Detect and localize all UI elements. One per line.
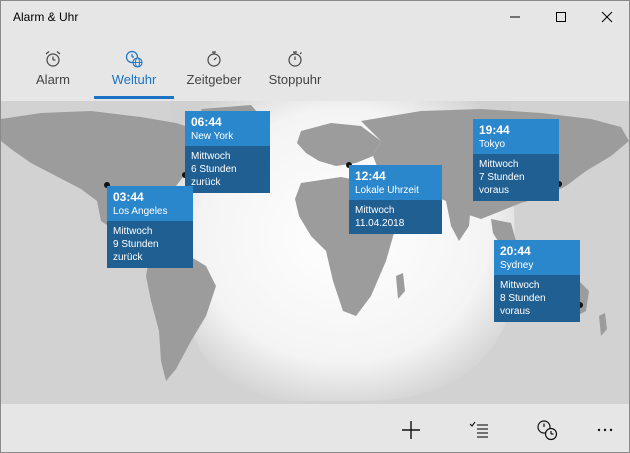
close-button[interactable] [584,1,630,33]
clock-city: Sydney [500,260,534,271]
tab-world-clock[interactable]: Weltuhr [94,39,174,99]
clock-diff: 9 Stunden zurück [113,239,159,263]
clock-card-header: 19:44 Tokyo [473,119,559,154]
select-list-icon [469,421,488,438]
tab-alarm[interactable]: Alarm [23,39,83,99]
app-title: Alarm & Uhr [13,10,79,24]
clock-time: 12:44 [355,169,386,183]
clock-card-details: Mittwoch 8 Stunden voraus [494,275,580,322]
world-clock-icon [125,50,143,68]
clock-day: Mittwoch [113,226,153,237]
clock-diff: 7 Stunden voraus [479,172,525,196]
clock-day: Mittwoch [355,205,395,216]
tab-bar: Alarm Weltuhr Zeitgeber Stoppuhr [1,39,629,99]
clock-city: New York [191,131,234,142]
minimize-button[interactable] [492,1,538,33]
clock-card-header: 20:44 Sydney [494,240,580,275]
tab-stopwatch-label: Stoppuhr [268,72,322,87]
clock-city: Tokyo [479,139,506,150]
clock-card-header: 06:44 New York [185,111,270,146]
clock-day: Mittwoch [479,159,519,170]
select-button[interactable] [464,415,494,445]
alarm-clock-icon [45,51,61,67]
clock-card-details: Mittwoch 9 Stunden zurück [107,221,193,268]
minimize-icon [510,16,520,18]
clock-day: Mittwoch [191,151,231,162]
clock-card-sydney[interactable]: 20:44 Sydney Mittwoch 8 Stunden voraus [494,240,580,322]
maximize-icon [556,12,566,22]
clock-card-details: Mittwoch 11.04.2018 [349,200,442,234]
more-button[interactable] [590,415,620,445]
clock-time: 19:44 [479,123,510,137]
title-bar: Alarm & Uhr [1,1,629,33]
clock-diff: 11.04.2018 [355,218,405,229]
clock-diff: 6 Stunden zurück [191,164,237,188]
clock-card-details: Mittwoch 7 Stunden voraus [473,154,559,201]
clock-diff: 8 Stunden voraus [500,293,546,317]
clock-card-local[interactable]: 12:44 Lokale Uhrzeit Mittwoch 11.04.2018 [349,165,442,234]
clock-card-header: 12:44 Lokale Uhrzeit [349,165,442,200]
compare-time-button[interactable] [532,415,562,445]
tab-timer[interactable]: Zeitgeber [184,39,244,99]
clock-time: 20:44 [500,244,531,258]
add-button[interactable] [396,415,426,445]
stopwatch-icon [288,51,302,67]
clock-time: 03:44 [113,190,144,204]
clock-card-tokyo[interactable]: 19:44 Tokyo Mittwoch 7 Stunden voraus [473,119,559,201]
tab-world-clock-label: Weltuhr [111,72,157,87]
compare-time-icon [537,420,558,441]
tab-stopwatch[interactable]: Stoppuhr [263,39,327,99]
maximize-button[interactable] [538,1,584,33]
command-bar [1,407,629,452]
close-icon [601,11,613,23]
active-tab-indicator [94,96,174,99]
clock-card-los-angeles[interactable]: 03:44 Los Angeles Mittwoch 9 Stunden zur… [107,186,193,268]
timer-icon [207,51,221,67]
world-map[interactable]: 06:44 New York Mittwoch 6 Stunden zurück… [1,101,629,404]
clock-card-header: 03:44 Los Angeles [107,186,193,221]
tab-timer-label: Zeitgeber [186,72,242,87]
clock-city: Lokale Uhrzeit [355,185,419,196]
clock-card-new-york[interactable]: 06:44 New York Mittwoch 6 Stunden zurück [185,111,270,193]
clock-time: 06:44 [191,115,222,129]
clock-card-details: Mittwoch 6 Stunden zurück [185,146,270,193]
clock-day: Mittwoch [500,280,540,291]
add-icon [402,421,420,439]
more-icon [597,428,613,432]
tab-alarm-label: Alarm [36,72,70,87]
app-window: Alarm & Uhr Alarm Weltuhr Zeitgeber Stop… [0,0,630,453]
clock-city: Los Angeles [113,206,168,217]
